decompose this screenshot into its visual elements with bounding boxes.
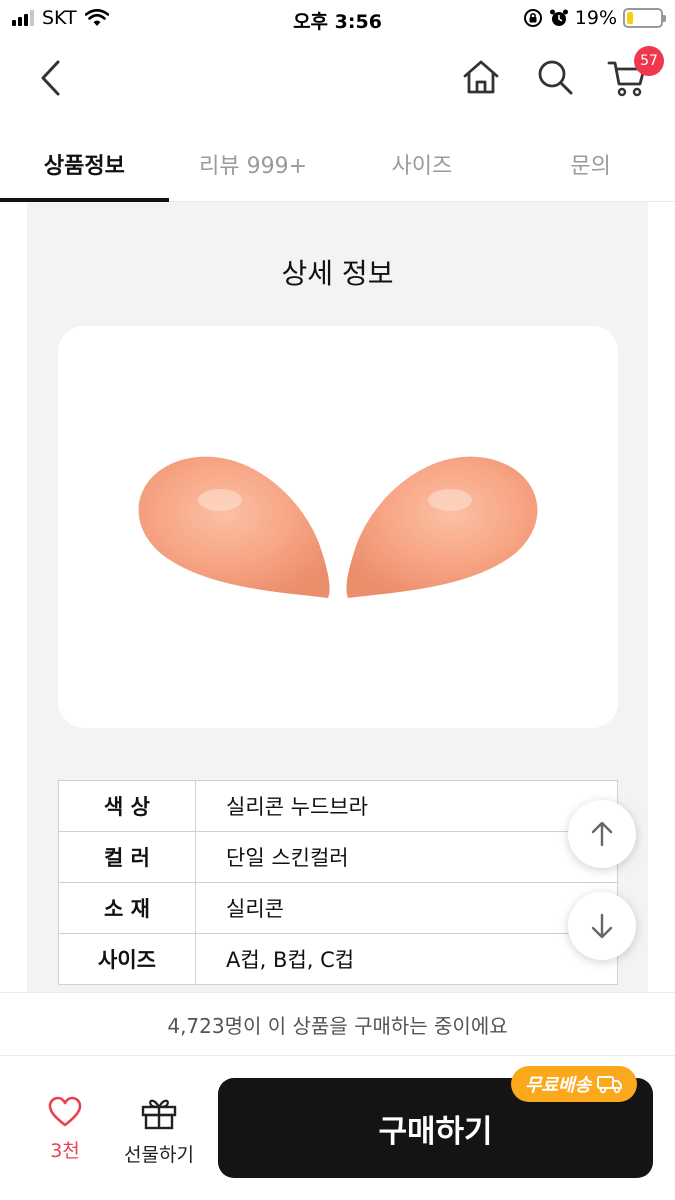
battery-fill <box>627 12 634 24</box>
spec-key-size: 사이즈 <box>58 933 196 985</box>
battery-icon <box>623 8 666 28</box>
gift-button[interactable]: 선물하기 <box>112 1096 206 1167</box>
scroll-down-button[interactable] <box>568 892 636 960</box>
free-shipping-label: 무료배송 <box>525 1075 592 1096</box>
status-right: 19% <box>523 7 666 29</box>
bottom-action-bar: 3천 선물하기 구매하기 무료배송 <box>0 1056 675 1200</box>
tab-inquiry[interactable]: 문의 <box>506 126 675 201</box>
status-bar: SKT 오후 3:56 19% <box>0 0 675 38</box>
product-page: SKT 오후 3:56 19% 57 상품정보 리뷰 999+ 사이즈 문의 상… <box>0 0 675 1200</box>
battery-percent: 19% <box>574 7 617 29</box>
product-tabs: 상품정보 리뷰 999+ 사이즈 문의 <box>0 126 675 202</box>
alarm-icon <box>549 9 568 26</box>
heart-icon <box>48 1096 82 1127</box>
spec-key-colour: 컬 러 <box>58 831 196 883</box>
free-shipping-badge: 무료배송 <box>511 1066 638 1102</box>
tab-product-info[interactable]: 상품정보 <box>0 126 169 202</box>
spec-value-color: 실리콘 누드브라 <box>195 780 618 832</box>
like-button[interactable]: 3천 <box>30 1096 100 1163</box>
home-icon <box>463 60 499 94</box>
spec-key-color: 색 상 <box>58 780 196 832</box>
spec-value-colour: 단일 스킨컬러 <box>195 831 618 883</box>
table-row: 색 상 실리콘 누드브라 <box>58 780 618 832</box>
product-detail-section: 상세 정보 색 상 실리콘 누드브라 컬 러 단일 스킨컬러 소 재 실리콘 사… <box>27 202 648 992</box>
cart-count-badge: 57 <box>634 46 664 76</box>
scroll-down-icon <box>591 913 613 939</box>
spec-value-size: A컵, B컵, C컵 <box>195 933 618 985</box>
tab-size[interactable]: 사이즈 <box>338 126 507 201</box>
spec-table: 색 상 실리콘 누드브라 컬 러 단일 스킨컬러 소 재 실리콘 사이즈 A컵,… <box>58 780 618 985</box>
like-count: 3천 <box>50 1140 80 1162</box>
scroll-up-icon <box>591 821 613 847</box>
spec-value-material: 실리콘 <box>195 882 618 934</box>
tab-reviews[interactable]: 리뷰 999+ <box>169 126 338 201</box>
spec-key-material: 소 재 <box>58 882 196 934</box>
search-icon <box>538 60 573 95</box>
table-row: 컬 러 단일 스킨컬러 <box>58 831 618 883</box>
back-button[interactable] <box>28 56 72 100</box>
search-button[interactable] <box>532 54 578 100</box>
silicone-bra-illustration <box>138 456 538 598</box>
scroll-up-button[interactable] <box>568 800 636 868</box>
table-row: 사이즈 A컵, B컵, C컵 <box>58 933 618 985</box>
orientation-lock-icon <box>523 9 542 27</box>
home-button[interactable] <box>458 54 504 100</box>
app-header: 57 <box>0 40 675 116</box>
gift-icon <box>141 1099 177 1130</box>
table-row: 소 재 실리콘 <box>58 882 618 934</box>
back-arrow-icon <box>41 60 60 96</box>
buyers-notice: 4,723명이 이 상품을 구매하는 중이에요 <box>0 992 675 1056</box>
delivery-truck-icon <box>597 1076 623 1094</box>
product-image <box>58 326 618 728</box>
detail-title: 상세 정보 <box>281 257 394 290</box>
cart-button[interactable]: 57 <box>604 46 664 100</box>
gift-label: 선물하기 <box>124 1144 194 1166</box>
